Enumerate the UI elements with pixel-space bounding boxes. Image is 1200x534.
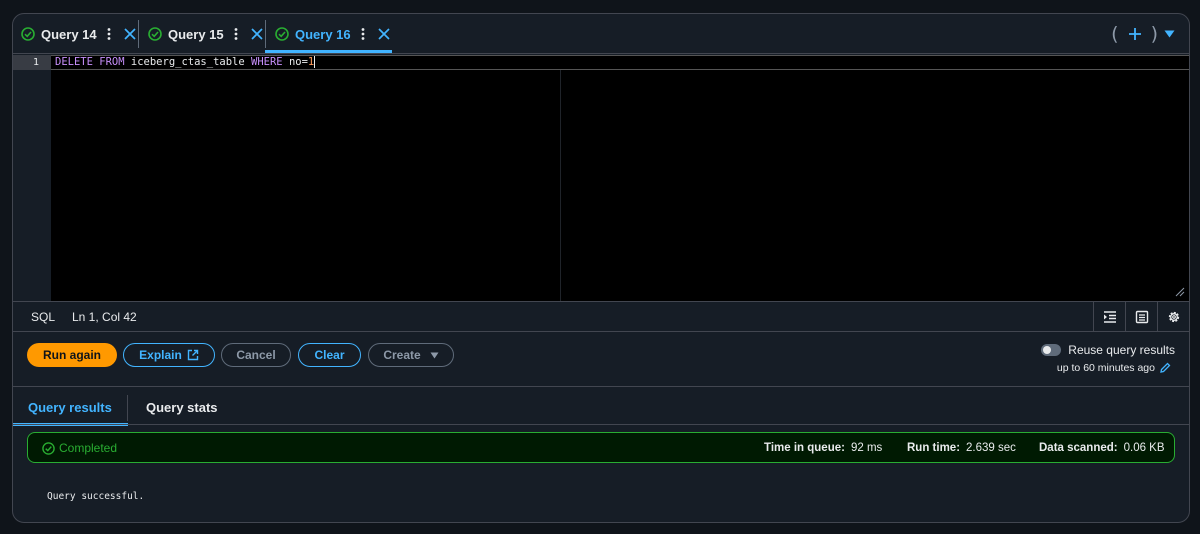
plus-icon[interactable] xyxy=(1128,27,1142,41)
button-label: Clear xyxy=(314,348,345,362)
add-query-group: ( ) xyxy=(1111,21,1175,47)
run-again-button[interactable]: Run again xyxy=(27,343,117,367)
reuse-label: Reuse query results xyxy=(1068,343,1175,357)
editor-tools xyxy=(1093,302,1189,331)
code-line[interactable]: DELETE FROM iceberg_ctas_table WHERE no=… xyxy=(55,55,316,70)
sql-keyword: FROM xyxy=(99,56,125,68)
reuse-age-text: up to 60 minutes ago xyxy=(1056,362,1155,374)
button-label: Create xyxy=(383,348,421,362)
tab-label: Query 16 xyxy=(295,26,351,42)
settings-button[interactable] xyxy=(1157,302,1189,331)
sql-identifier: iceberg_ctas_table xyxy=(130,56,245,68)
status-text: Completed xyxy=(59,441,118,455)
stat-label: Data scanned: xyxy=(1039,442,1118,454)
reuse-results-toggle[interactable]: Reuse query results xyxy=(1041,343,1175,357)
caret-down-icon[interactable] xyxy=(1164,30,1175,38)
close-icon[interactable] xyxy=(123,27,137,41)
stat-value: 2.639 sec xyxy=(966,442,1016,454)
check-circle-icon xyxy=(21,27,35,41)
sql-keyword: WHERE xyxy=(251,56,283,68)
clear-button[interactable]: Clear xyxy=(298,343,361,367)
create-button[interactable]: Create xyxy=(368,343,454,367)
caret-down-icon xyxy=(430,352,439,358)
query-status-banner: Completed Time in queue: 92 ms Run time: 2… xyxy=(27,432,1175,463)
tab-query-14[interactable]: Query 14 xyxy=(21,20,137,48)
close-icon[interactable] xyxy=(377,27,391,41)
editor-gutter xyxy=(13,55,51,301)
tab-separator xyxy=(127,395,128,421)
data-scanned: Data scanned: 0.06 KB xyxy=(1039,442,1165,454)
stat-label: Time in queue: xyxy=(764,442,845,454)
check-circle-icon xyxy=(148,27,162,41)
more-options-icon[interactable] xyxy=(103,27,115,41)
gear-icon xyxy=(1168,311,1179,322)
query-tab-bar: Query 14 Query 15 Query 16 ( ) xyxy=(13,14,1189,54)
pencil-icon[interactable] xyxy=(1159,362,1171,374)
tab-query-results[interactable]: Query results xyxy=(28,400,112,415)
result-message: Query successful. xyxy=(47,491,145,502)
tab-query-stats[interactable]: Query stats xyxy=(146,400,218,415)
divider xyxy=(13,424,1189,425)
tab-separator xyxy=(138,20,139,48)
active-tab-indicator xyxy=(265,50,392,53)
paren-left: ( xyxy=(1111,23,1119,45)
line-number: 1 xyxy=(13,55,51,70)
explain-button[interactable]: Explain xyxy=(123,343,215,367)
button-label: Run again xyxy=(42,348,101,362)
stat-value: 0.06 KB xyxy=(1123,442,1165,454)
tab-separator xyxy=(265,20,266,48)
more-options-icon[interactable] xyxy=(357,27,369,41)
keyboard-icon xyxy=(1135,310,1148,323)
format-query-button[interactable] xyxy=(1093,302,1125,331)
text-cursor xyxy=(314,56,316,68)
tab-query-15[interactable]: Query 15 xyxy=(148,20,264,48)
resize-handle-icon[interactable] xyxy=(1175,287,1185,297)
button-label: Explain xyxy=(139,348,182,362)
tab-query-16[interactable]: Query 16 xyxy=(275,20,391,48)
check-circle-icon xyxy=(275,27,289,41)
sql-condition: no= xyxy=(288,56,308,68)
toggle-switch[interactable] xyxy=(1041,344,1062,356)
external-link-icon xyxy=(187,349,199,361)
time-in-queue: Time in queue: 92 ms xyxy=(764,442,882,454)
tab-label: Query 14 xyxy=(41,26,97,42)
more-options-icon[interactable] xyxy=(230,27,242,41)
tab-label: Query 15 xyxy=(168,26,224,42)
language-indicator: SQL xyxy=(31,310,56,324)
close-icon[interactable] xyxy=(250,27,264,41)
print-margin xyxy=(560,70,561,301)
result-tabs: Query results Query stats xyxy=(13,386,1189,426)
stat-value: 92 ms xyxy=(850,442,883,454)
reuse-age-setting: up to 60 minutes ago xyxy=(1057,362,1171,374)
sql-keyword: DELETE xyxy=(55,56,93,68)
shortcuts-button[interactable] xyxy=(1125,302,1157,331)
check-circle-icon xyxy=(42,441,55,455)
query-editor-panel: Query 14 Query 15 Query 16 ( ) 1 DELETE … xyxy=(12,13,1190,523)
stat-label: Run time: xyxy=(907,442,961,454)
cursor-position: Ln 1, Col 42 xyxy=(72,310,137,324)
sql-editor[interactable]: 1 DELETE FROM iceberg_ctas_table WHERE n… xyxy=(13,55,1189,301)
cancel-button[interactable]: Cancel xyxy=(221,343,291,367)
status-completed: Completed xyxy=(42,441,117,455)
paren-right: ) xyxy=(1150,23,1158,45)
indent-icon xyxy=(1103,310,1116,323)
editor-status-bar: SQL Ln 1, Col 42 xyxy=(13,301,1189,332)
button-label: Cancel xyxy=(236,348,276,362)
run-time: Run time: 2.639 sec xyxy=(907,442,1016,454)
